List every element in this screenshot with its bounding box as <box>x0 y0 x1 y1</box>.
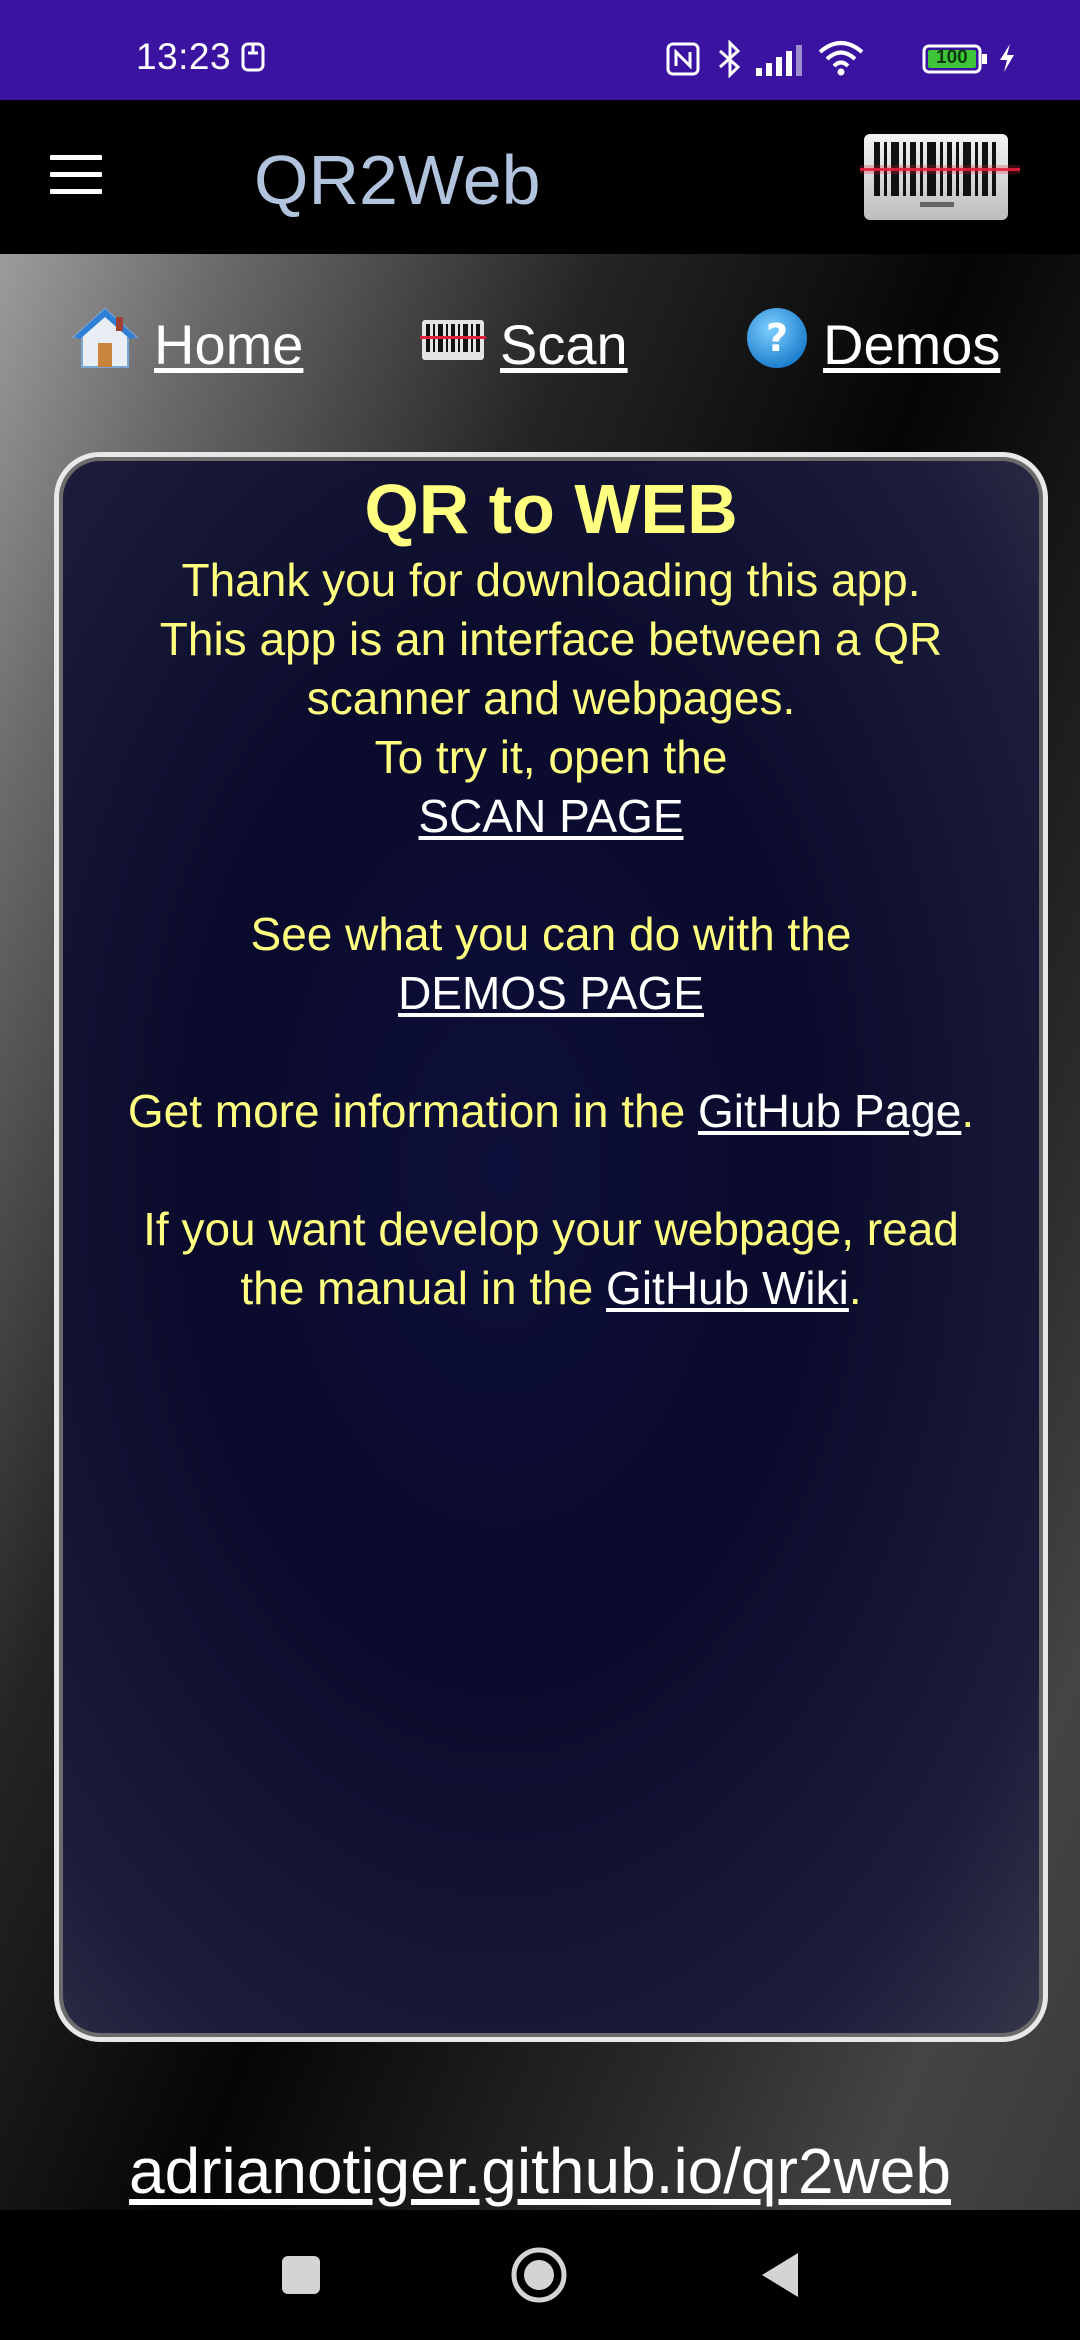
help-icon: ? <box>745 306 809 383</box>
home-icon <box>70 305 140 384</box>
wifi-icon <box>818 40 864 81</box>
sim-notification-icon <box>240 42 266 77</box>
system-nav-bar <box>0 2210 1080 2340</box>
recents-icon[interactable] <box>280 2254 322 2301</box>
bluetooth-icon <box>716 39 744 83</box>
nav-home-label: Home <box>154 312 304 376</box>
nfc-icon <box>666 42 700 81</box>
barcode-logo-icon[interactable] <box>860 130 1020 226</box>
card-text-interface: This app is an interface between a QR sc… <box>159 613 943 724</box>
github-wiki-link[interactable]: GitHub Wiki <box>606 1262 849 1314</box>
manual-prefix: the manual in the <box>240 1262 607 1314</box>
card-text-demos: See what you can do with the <box>250 908 852 960</box>
github-info-prefix: Get more information in the <box>127 1085 698 1137</box>
card-title: QR to WEB <box>364 470 738 548</box>
battery-icon: 100 <box>922 44 988 79</box>
barcode-icon <box>420 312 486 377</box>
nav-demos-link[interactable]: ? Demos <box>745 304 1000 384</box>
github-info-suffix: . <box>961 1085 975 1137</box>
scan-page-link[interactable]: SCAN PAGE <box>419 790 684 842</box>
card-text-github-info: Get more information in the GitHub Page. <box>59 1082 1043 1141</box>
content-area: Home Scan ? Demos QR to WEB Thank you fo… <box>0 254 1080 2210</box>
battery-level: 100 <box>936 47 968 68</box>
svg-text:?: ? <box>766 316 788 360</box>
app-title: QR2Web <box>254 141 541 219</box>
card-text-thanks: Thank you for downloading this app. <box>181 554 921 606</box>
nav-scan-label: Scan <box>500 312 628 376</box>
nav-home-link[interactable]: Home <box>70 304 303 384</box>
app-bar: QR2Web <box>0 100 1080 254</box>
back-icon[interactable] <box>758 2250 802 2305</box>
footer-site-link[interactable]: adrianotiger.github.io/qr2web <box>0 2134 1080 2208</box>
card-text-manual: the manual in the GitHub Wiki. <box>59 1259 1043 1318</box>
menu-icon[interactable] <box>50 155 106 195</box>
home-button-icon[interactable] <box>510 2246 568 2309</box>
nav-demos-label: Demos <box>823 312 1001 376</box>
card-text-try: To try it, open the <box>374 731 728 783</box>
welcome-card: QR to WEB Thank you for downloading this… <box>54 452 1048 2042</box>
github-page-link[interactable]: GitHub Page <box>698 1085 961 1137</box>
signal-icon <box>754 44 804 81</box>
status-bar: 13:23 100 <box>0 0 1080 100</box>
card-body: Thank you for downloading this app. This… <box>59 551 1043 1318</box>
status-time: 13:23 <box>136 36 232 77</box>
charging-icon <box>996 42 1018 79</box>
nav-scan-link[interactable]: Scan <box>420 304 628 384</box>
demos-page-link[interactable]: DEMOS PAGE <box>398 967 704 1019</box>
manual-suffix: . <box>848 1262 862 1314</box>
top-nav: Home Scan ? Demos <box>0 304 1080 384</box>
card-text-develop: If you want develop your webpage, read <box>143 1203 959 1255</box>
